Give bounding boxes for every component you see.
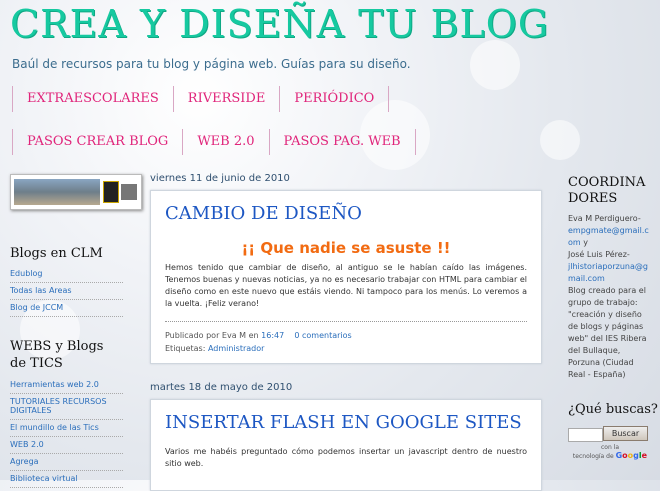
coordinators-heading-line1: COORDINA <box>568 175 646 190</box>
post-date: viernes 11 de junio de 2010 <box>150 173 290 184</box>
nav-menu-row1: EXTRAESCOLARES RIVERSIDE PERIÓDICO <box>12 86 390 112</box>
school-photo <box>14 179 100 205</box>
blog-description: Baúl de recursos para tu blog y página w… <box>12 57 411 71</box>
post-labels: Etiquetas: Administrador <box>165 344 264 353</box>
school-emblem-icon <box>103 181 119 203</box>
coordinator-email-link[interactable]: empgmate@gmail.com <box>568 226 649 247</box>
time-prefix: en <box>248 331 259 340</box>
sidebar-list-webs-tics: Herramientas web 2.0 TUTORIALES RECURSOS… <box>10 377 123 488</box>
nav-item-extraescolares[interactable]: EXTRAESCOLARES <box>12 86 174 112</box>
search-input[interactable] <box>568 428 603 442</box>
post-divider <box>165 321 527 322</box>
post-card: CAMBIO DE DISEÑO ¡¡ Que nadie se asuste … <box>150 190 542 364</box>
nav-item-riverside[interactable]: RIVERSIDE <box>172 86 281 112</box>
blog-about-text: Blog creado para el grupo de trabajo: "c… <box>568 286 647 379</box>
coordinators-info: Eva M Perdiguero- empgmate@gmail.com y J… <box>568 213 650 381</box>
coordinator-name: Eva M Perdiguero- <box>568 214 641 223</box>
comments-link[interactable]: 0 comentarios <box>294 331 351 340</box>
sidebar-link[interactable]: El mundillo de las Tics <box>10 420 123 437</box>
blog-title[interactable]: CREA Y DISEÑA TU BLOG <box>10 2 549 46</box>
powered-line2: tecnología de Google <box>570 452 650 461</box>
post-card: INSERTAR FLASH EN GOOGLE SITES Varios me… <box>150 399 542 491</box>
sidebar-link[interactable]: Agrega <box>10 454 123 471</box>
powered-text: tecnología de <box>572 453 614 460</box>
published-by-label: Publicado por <box>165 331 220 340</box>
post-body: Hemos tenido que cambiar de diseño, al a… <box>165 263 527 308</box>
sidebar-link[interactable]: Herramientas web 2.0 <box>10 377 123 394</box>
post-time-link[interactable]: 16:47 <box>261 331 284 340</box>
post-author: Eva M <box>221 331 247 340</box>
nav-item-pasos-crear-blog[interactable]: PASOS CREAR BLOG <box>12 129 184 155</box>
sidebar-link[interactable]: WEB 2.0 <box>10 437 123 454</box>
post-title[interactable]: CAMBIO DE DISEÑO <box>165 203 362 224</box>
school-banner-image[interactable] <box>10 174 142 210</box>
sidebar-list-blogs-clm: Edublog Todas las Areas Blog de JCCM <box>10 266 123 317</box>
sidebar-link[interactable]: TUTORIALES RECURSOS DIGITALES <box>10 394 123 420</box>
coordinator-name: José Luis Pérez- <box>568 250 630 259</box>
bokeh-decoration <box>540 120 580 160</box>
google-powered-note: con la tecnología de Google <box>570 444 650 461</box>
nav-item-web-2-0[interactable]: WEB 2.0 <box>182 129 270 155</box>
labels-prefix: Etiquetas: <box>165 344 206 353</box>
search-button[interactable]: Buscar <box>603 426 648 441</box>
conjunction-text: y <box>583 238 588 247</box>
post-footer: Publicado por Eva M en 16:47 0 comentari… <box>165 331 352 340</box>
nav-menu-row2: PASOS CREAR BLOG WEB 2.0 PASOS PAG. WEB <box>12 129 416 155</box>
post-body: Varios me habéis preguntado cómo podemos… <box>165 447 527 468</box>
nav-item-periodico[interactable]: PERIÓDICO <box>279 86 390 112</box>
search-heading: ¿Qué buscas? <box>568 402 658 417</box>
post-date: martes 18 de mayo de 2010 <box>150 382 293 393</box>
sidebar-heading-blogs-clm: Blogs en CLM <box>10 246 103 261</box>
post-title[interactable]: INSERTAR FLASH EN GOOGLE SITES <box>165 412 522 433</box>
sidebar-link[interactable]: Edublog <box>10 266 123 283</box>
sidebar-link[interactable]: Blog de JCCM <box>10 300 123 317</box>
coordinator-email-link[interactable]: jlhistoriaporzuna@gmail.com <box>568 262 648 283</box>
post-highlight-text: ¡¡ Que nadie se asuste !! <box>241 239 451 257</box>
coordinators-heading-line2: DORES <box>568 191 618 206</box>
label-link[interactable]: Administrador <box>208 344 264 353</box>
google-logo: Google <box>615 451 648 460</box>
sidebar-link[interactable]: Todas las Areas <box>10 283 123 300</box>
coordinators-heading: COORDINA DORES <box>568 175 645 207</box>
nav-item-pasos-pag-web[interactable]: PASOS PAG. WEB <box>268 129 416 155</box>
bokeh-decoration <box>470 40 520 90</box>
school-logo-icon <box>121 184 137 200</box>
sidebar-heading-webs-tics: WEBS y Blogs de TICS <box>10 339 104 371</box>
